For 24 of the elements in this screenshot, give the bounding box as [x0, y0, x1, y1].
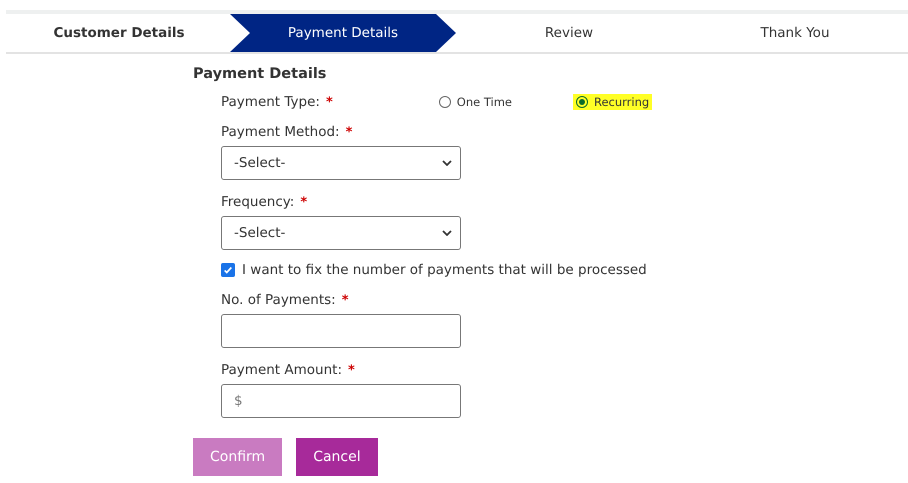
chevron-down-icon — [442, 160, 452, 166]
required-mark: * — [300, 194, 308, 210]
input-field[interactable] — [221, 314, 461, 348]
radio-option[interactable]: Recurring — [572, 94, 652, 110]
select-field[interactable]: -Select- — [221, 146, 461, 180]
checkbox-label: I want to fix the number of payments that will be processed — [242, 262, 647, 278]
field-label: Payment Type: — [221, 94, 320, 110]
required-mark: * — [348, 362, 355, 378]
input-field[interactable]: $ — [221, 384, 461, 418]
checkbox[interactable] — [221, 263, 235, 277]
required-mark: * — [342, 292, 349, 308]
field-label: Frequency: — [221, 194, 294, 210]
wizard-step[interactable]: Payment Details — [230, 14, 456, 52]
chevron-down-icon — [442, 230, 452, 236]
required-mark: * — [326, 94, 333, 110]
section-title: Payment Details — [193, 66, 328, 82]
field-label: No. of Payments: — [221, 292, 336, 308]
required-mark: * — [346, 124, 352, 140]
form-button[interactable]: Cancel — [296, 438, 378, 476]
check-icon — [223, 265, 233, 275]
field-label: Payment Method: — [221, 124, 340, 140]
field-label: Payment Amount: — [221, 362, 342, 378]
select-field[interactable]: -Select- — [221, 216, 461, 250]
radio-option[interactable]: One Time — [436, 94, 515, 110]
